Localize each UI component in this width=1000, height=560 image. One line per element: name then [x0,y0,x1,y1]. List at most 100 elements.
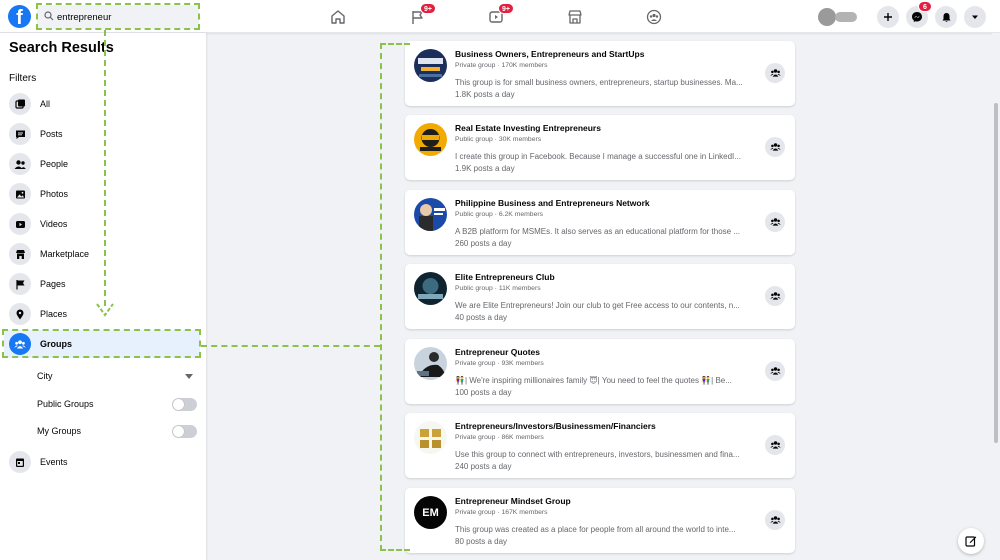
group-cover-thumbnail [414,198,447,231]
search-highlight-annotation [36,3,200,30]
search-filters-sidebar: Search Results Filters All Posts People … [0,33,206,560]
filter-label: All [40,99,51,109]
filter-item-events[interactable]: Events [4,448,200,476]
filter-label: Marketplace [40,249,90,259]
filter-label: Pages [40,279,66,289]
group-description: 👫| We're inspiring millionaires family 😇… [455,376,732,385]
search-to-groups-arrow-annotation [104,30,106,306]
profile-avatar[interactable] [818,8,860,26]
group-meta: Private group · 93K members [455,360,544,367]
account-controls: 6 [818,1,986,29]
group-result-card[interactable]: EM Entrepreneur Mindset Group Private gr… [405,488,795,553]
all-icon [9,93,31,115]
join-group-button[interactable] [765,286,785,306]
join-group-button[interactable] [765,137,785,157]
posts-icon [9,123,31,145]
group-result-card[interactable]: Entrepreneurs/Investors/Businessmen/Fina… [405,413,795,478]
plus-icon [884,13,892,21]
new-message-button[interactable] [958,528,984,554]
marketplace-nav-icon[interactable] [562,4,588,30]
account-menu-button[interactable] [964,6,986,28]
pages-flag-icon[interactable]: 9+ [405,3,436,30]
filter-label: People [40,159,69,169]
videos-icon [9,213,31,235]
public-groups-toggle[interactable] [172,397,197,411]
group-result-card[interactable]: Real Estate Investing Entrepreneurs Publ… [405,115,795,180]
group-result-card[interactable]: Business Owners, Entrepreneurs and Start… [405,41,795,106]
groups-to-results-connector-annotation [201,345,380,347]
groups-icon [769,441,781,449]
join-group-button[interactable] [765,361,785,381]
group-result-card[interactable]: Elite Entrepreneurs Club Public group · … [405,264,795,329]
group-result-card[interactable]: Philippine Business and Entrepreneurs Ne… [405,190,795,255]
group-title[interactable]: Entrepreneur Mindset Group [455,496,571,506]
group-title[interactable]: Real Estate Investing Entrepreneurs [455,123,601,133]
city-filter-dropdown[interactable]: City [37,367,197,385]
photos-icon [9,183,31,205]
pages-badge: 9+ [420,3,436,14]
group-title[interactable]: Entrepreneur Quotes [455,347,540,357]
results-bracket-annotation [380,43,410,551]
group-meta: Private group · 170K members [455,62,548,69]
public-groups-label: Public Groups [37,399,94,409]
join-group-button[interactable] [765,212,785,232]
create-button[interactable] [877,6,899,28]
group-title[interactable]: Elite Entrepreneurs Club [455,272,555,282]
my-groups-label: My Groups [37,426,82,436]
compose-icon [965,536,977,547]
filter-item-marketplace[interactable]: Marketplace [4,240,200,268]
page-scrollbar[interactable] [992,33,1000,560]
filter-label: Posts [40,129,63,139]
watch-icon[interactable]: 9+ [483,3,514,30]
filter-label: Photos [40,189,69,199]
group-meta: Private group · 167K members [455,509,548,516]
group-cover-thumbnail [414,49,447,82]
groups-icon [769,516,781,524]
join-group-button[interactable] [765,510,785,530]
calendar-icon [9,451,31,473]
home-icon[interactable] [325,4,351,30]
group-activity: 40 posts a day [455,313,508,322]
group-activity: 240 posts a day [455,462,512,471]
filter-item-posts[interactable]: Posts [4,120,200,148]
groups-nav-icon[interactable] [641,4,667,30]
messenger-badge: 6 [918,1,932,12]
my-groups-toggle[interactable] [172,424,197,438]
my-groups-filter: My Groups [37,422,197,440]
group-cover-thumbnail [414,421,447,454]
filter-item-photos[interactable]: Photos [4,180,200,208]
caret-down-icon [185,373,193,379]
group-description: This group was created as a place for pe… [455,525,736,534]
notifications-button[interactable] [935,6,957,28]
groups-icon [769,69,781,77]
filter-label: Events [40,457,68,467]
group-result-card[interactable]: Entrepreneur Quotes Private group · 93K … [405,339,795,404]
filter-item-pages[interactable]: Pages [4,270,200,298]
group-activity: 1.8K posts a day [455,90,515,99]
filter-item-people[interactable]: People [4,150,200,178]
group-cover-thumbnail [414,347,447,380]
facebook-logo-icon[interactable]: f [8,5,31,28]
pin-icon [9,303,31,325]
group-description: I create this group in Facebook. Because… [455,152,741,161]
groups-highlight-annotation [2,329,201,358]
group-meta: Public group · 11K members [455,285,541,292]
groups-icon [769,367,781,375]
people-icon [9,153,31,175]
messenger-button[interactable]: 6 [906,1,932,28]
messenger-icon [912,12,922,22]
join-group-button[interactable] [765,63,785,83]
group-meta: Public group · 6.2K members [455,211,544,218]
group-title[interactable]: Business Owners, Entrepreneurs and Start… [455,49,644,59]
groups-icon [769,292,781,300]
group-meta: Public group · 30K members [455,136,542,143]
filter-item-videos[interactable]: Videos [4,210,200,238]
filter-item-all[interactable]: All [4,90,200,118]
filter-label: Places [40,309,68,319]
group-description: Use this group to connect with entrepren… [455,450,740,459]
join-group-button[interactable] [765,435,785,455]
group-title[interactable]: Philippine Business and Entrepreneurs Ne… [455,198,650,208]
group-title[interactable]: Entrepreneurs/Investors/Businessmen/Fina… [455,421,656,431]
marketplace-icon [9,243,31,265]
public-groups-filter: Public Groups [37,395,197,413]
